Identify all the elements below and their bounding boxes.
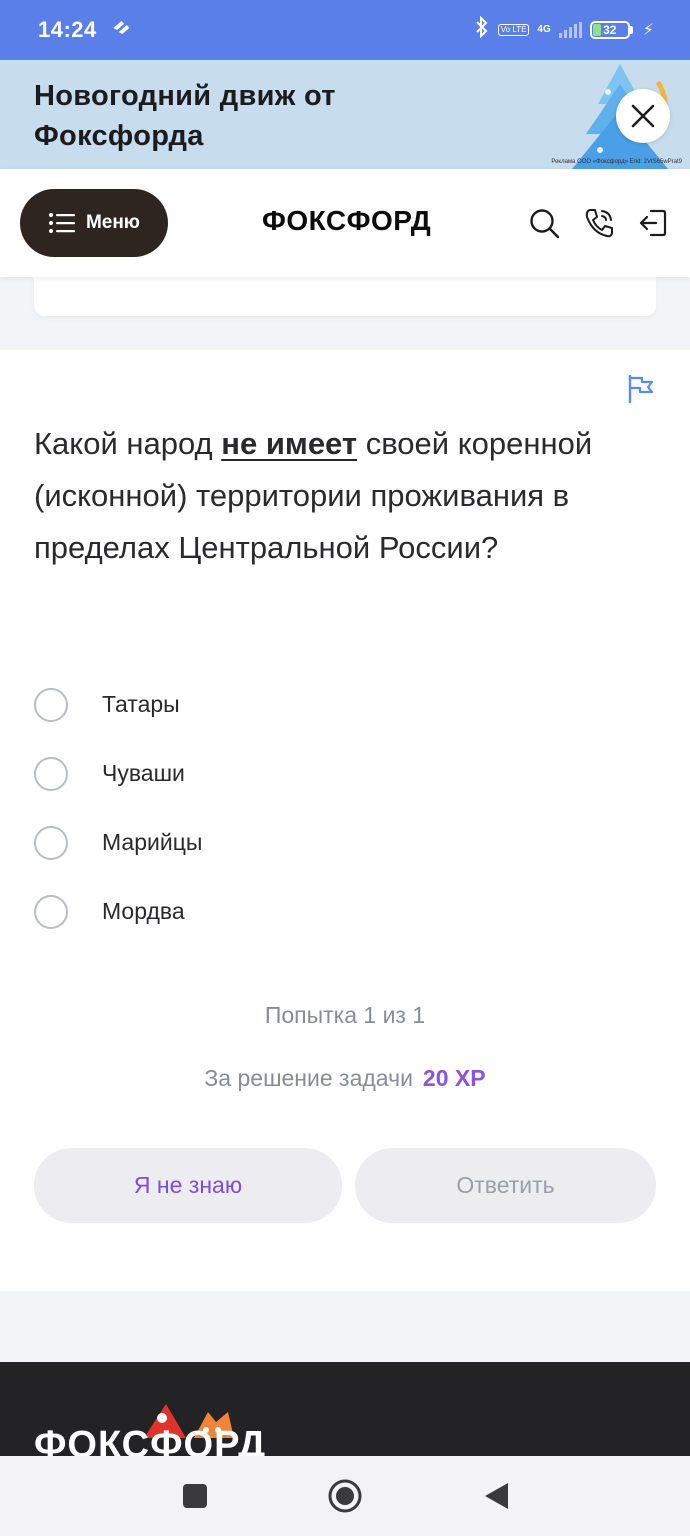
question-emphasis: не имеет xyxy=(221,426,358,461)
flag-icon xyxy=(628,374,654,404)
answer-button[interactable]: Ответить xyxy=(355,1148,656,1223)
reward-xp: 20 XP xyxy=(422,1065,486,1091)
battery-level: 32 xyxy=(603,23,617,37)
system-navigation-bar xyxy=(0,1456,690,1536)
circle-icon xyxy=(328,1479,362,1513)
report-button[interactable] xyxy=(626,374,656,404)
search-icon xyxy=(530,209,560,239)
phone-icon xyxy=(585,209,613,238)
menu-icon xyxy=(48,213,75,233)
option-mordva[interactable]: Мордва xyxy=(34,877,202,946)
app-notification-icon xyxy=(109,18,135,42)
task-card: Какой народ не имеет своей коренной (иск… xyxy=(0,350,690,1291)
option-label: Чуваши xyxy=(102,760,185,786)
charging-icon: ⚡ xyxy=(642,22,654,39)
site-footer: ФОКСФОРД xyxy=(0,1362,690,1456)
triangle-back-icon xyxy=(485,1483,508,1509)
reward-info: За решение задачи 20 XP xyxy=(0,1065,690,1092)
reward-label: За решение задачи xyxy=(204,1065,413,1091)
question-text: Какой народ не имеет своей коренной (иск… xyxy=(34,418,654,574)
answer-options: Татары Чуваши Марийцы Мордва xyxy=(34,670,202,946)
radio-button[interactable] xyxy=(34,894,68,929)
option-label: Татары xyxy=(102,691,180,717)
banner-close-button[interactable] xyxy=(616,89,670,143)
phone-button[interactable] xyxy=(582,206,616,240)
attempt-counter: Попытка 1 из 1 xyxy=(264,1002,426,1028)
option-label: Мордва xyxy=(102,898,185,924)
site-header: Меню ФОКСФОРД xyxy=(0,169,690,277)
search-button[interactable] xyxy=(527,206,561,240)
menu-button[interactable]: Меню xyxy=(20,189,168,257)
banner-title-line2: Фоксфорда xyxy=(34,120,204,152)
status-icons: Vo LTE 4G 32 ⚡ xyxy=(474,15,654,44)
login-icon xyxy=(639,209,667,237)
radio-button[interactable] xyxy=(34,687,68,722)
status-time: 14:24 xyxy=(38,17,97,42)
menu-label: Меню xyxy=(85,212,141,233)
banner-title: Новогодний движ от Фоксфорда xyxy=(34,76,336,156)
recent-apps-button[interactable] xyxy=(175,1476,215,1516)
login-button[interactable] xyxy=(636,206,670,240)
close-icon xyxy=(631,104,655,128)
square-icon xyxy=(183,1484,207,1508)
option-tatars[interactable]: Татары xyxy=(34,670,202,739)
option-label: Марийцы xyxy=(102,829,203,855)
promo-banner[interactable]: Новогодний движ от Фоксфорда Реклама ООО… xyxy=(0,60,690,169)
previous-section xyxy=(0,277,690,350)
section-gap xyxy=(0,1291,690,1362)
ad-disclaimer: Реклама ООО «Фоксфорд» Erid: 2VtS65wPrat… xyxy=(551,159,682,165)
banner-title-line1: Новогодний движ от xyxy=(34,80,336,112)
radio-button[interactable] xyxy=(34,756,68,791)
brand-logo[interactable]: ФОКСФОРД xyxy=(262,205,431,237)
battery-icon: 32 xyxy=(589,21,633,39)
back-button[interactable] xyxy=(476,1476,516,1516)
radio-button[interactable] xyxy=(34,825,68,860)
status-bar: 14:24 Vo LTE 4G 32 ⚡ xyxy=(0,0,690,60)
network-type: 4G xyxy=(537,24,551,35)
bluetooth-icon xyxy=(474,15,490,44)
home-button[interactable] xyxy=(325,1476,365,1516)
option-mari[interactable]: Марийцы xyxy=(34,808,202,877)
question-part-1: Какой народ xyxy=(34,426,222,461)
volte-indicator: Vo LTE xyxy=(497,24,530,36)
option-chuvash[interactable]: Чуваши xyxy=(34,739,202,808)
previous-card xyxy=(34,277,656,316)
footer-logo[interactable]: ФОКСФОРД xyxy=(34,1424,266,1456)
signal-icon xyxy=(558,22,582,38)
dont-know-button[interactable]: Я не знаю xyxy=(34,1148,342,1223)
